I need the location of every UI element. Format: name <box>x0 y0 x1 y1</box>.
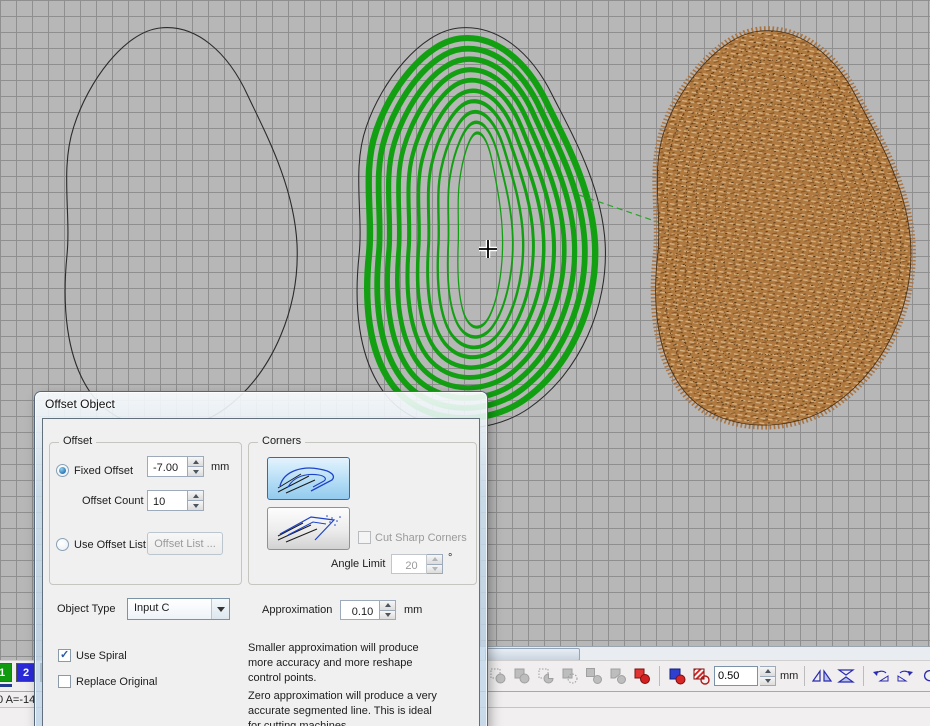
flip-vertical-icon[interactable] <box>835 665 857 687</box>
application-window: 1 2 3 <box>0 0 930 726</box>
exclude-icon[interactable] <box>583 665 605 687</box>
fixed-offset-input[interactable] <box>147 456 188 477</box>
fixed-offset-radio[interactable] <box>56 464 69 477</box>
outline-shape[interactable] <box>65 28 297 429</box>
offset-object-dialog: Offset Object Offset Fixed Offset mm Off… <box>35 392 487 726</box>
chevron-down-icon <box>211 599 229 619</box>
fixed-offset-label: Fixed Offset <box>74 465 133 477</box>
divide-icon[interactable] <box>607 665 629 687</box>
offset-count-label: Offset Count <box>82 495 144 507</box>
offset-count-stepper[interactable] <box>188 490 204 511</box>
round-corners-icon <box>274 463 344 495</box>
approximation-note-1: Smaller approximation will produce more … <box>248 641 440 686</box>
angle-limit-unit: ° <box>448 552 452 564</box>
union-icon[interactable] <box>511 665 533 687</box>
approximation-note-2: Zero approximation will produce a very a… <box>248 689 440 726</box>
crosshair-cursor <box>479 240 497 258</box>
replace-original-checkbox[interactable] <box>58 675 71 688</box>
use-spiral-checkbox[interactable] <box>58 649 71 662</box>
toolbar-separator <box>659 666 660 686</box>
overlap-distance-stepper[interactable] <box>760 666 776 686</box>
flip-horizontal-icon[interactable] <box>811 665 833 687</box>
offset-spiral-shape[interactable] <box>357 28 605 429</box>
fixed-offset-unit: mm <box>211 461 229 473</box>
offset-group-label: Offset <box>59 435 96 447</box>
combine-icon[interactable] <box>631 665 653 687</box>
approximation-input[interactable] <box>340 600 380 620</box>
corners-group-label: Corners <box>258 435 305 447</box>
angle-limit-stepper[interactable] <box>427 554 443 574</box>
remove-overlaps-icon[interactable] <box>690 665 712 687</box>
overlap-distance-input[interactable] <box>714 666 758 686</box>
object-type-label: Object Type <box>57 603 116 615</box>
use-spiral-label: Use Spiral <box>76 650 127 662</box>
offset-count-input[interactable] <box>147 490 188 511</box>
weld-icon[interactable] <box>487 665 509 687</box>
offset-list-button[interactable]: Offset List ... <box>147 532 223 555</box>
fixed-offset-stepper[interactable] <box>188 456 204 477</box>
toolbar-separator <box>804 666 805 686</box>
sharp-corners-icon <box>274 513 344 545</box>
stitched-shape[interactable] <box>656 31 911 426</box>
toolbar-separator <box>863 666 864 686</box>
overlap-distance-unit: mm <box>780 670 798 682</box>
cut-sharp-corners-label: Cut Sharp Corners <box>375 532 467 544</box>
round-corners-button[interactable] <box>267 457 350 500</box>
sharp-corners-button[interactable] <box>267 507 350 550</box>
color-swatch-2[interactable]: 2 <box>16 663 36 682</box>
dialog-title: Offset Object <box>45 397 115 411</box>
selected-color-underline <box>0 684 12 687</box>
color-swatch-1[interactable]: 1 <box>0 663 12 682</box>
trim-front-icon[interactable] <box>535 665 557 687</box>
approximation-unit: mm <box>404 604 422 616</box>
angle-limit-label: Angle Limit <box>331 558 385 570</box>
use-offset-list-radio[interactable] <box>56 538 69 551</box>
horizontal-scrollbar[interactable] <box>478 646 930 660</box>
overlap-objects-icon[interactable] <box>666 665 688 687</box>
cut-sharp-corners-checkbox[interactable] <box>358 531 371 544</box>
rotate-cw-icon[interactable] <box>894 665 916 687</box>
dialog-body: Offset Fixed Offset mm Offset Count Use … <box>42 418 480 726</box>
trim-back-icon[interactable] <box>559 665 581 687</box>
status-coordinates: 0 A=-14 <box>0 694 35 706</box>
use-offset-list-label: Use Offset List <box>74 539 146 551</box>
object-type-value: Input C <box>134 602 169 614</box>
angle-limit-input[interactable] <box>391 554 427 574</box>
approximation-label: Approximation <box>262 604 332 616</box>
replace-original-label: Replace Original <box>76 676 157 688</box>
free-rotate-icon[interactable] <box>918 665 930 687</box>
object-type-dropdown[interactable]: Input C <box>127 598 230 620</box>
rotate-ccw-icon[interactable] <box>870 665 892 687</box>
approximation-stepper[interactable] <box>380 600 396 620</box>
